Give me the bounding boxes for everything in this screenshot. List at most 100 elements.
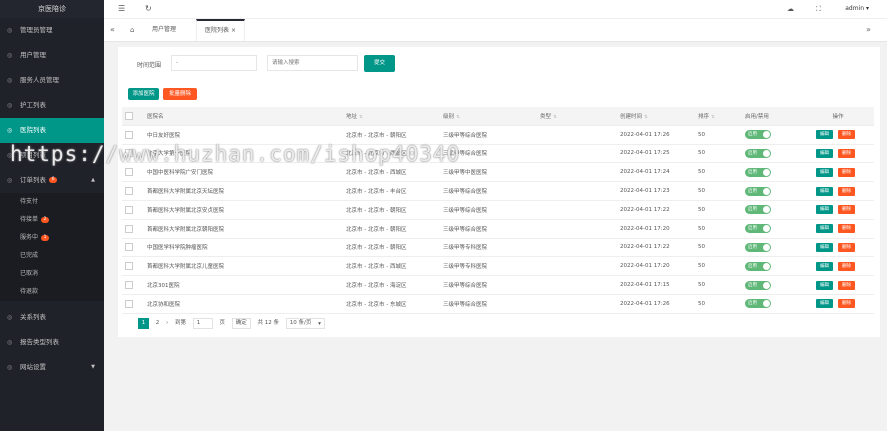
enable-toggle[interactable]: 启用 — [745, 205, 771, 215]
delete-button[interactable]: 删除 — [838, 148, 855, 158]
level-cell: 三级甲等综合医院 — [440, 294, 537, 314]
column-header[interactable]: 创建时间 ⇅ — [617, 107, 695, 126]
sidebar-subitem-cancelled[interactable]: 已取消 — [0, 265, 104, 283]
edit-button[interactable]: 编辑 — [816, 186, 833, 196]
time-range-input[interactable] — [171, 55, 257, 71]
sidebar-subitem-completed[interactable]: 已完成 — [0, 247, 104, 265]
sidebar-subitem-pending-refund[interactable]: 待退款 — [0, 283, 104, 301]
column-header[interactable]: 地址 ⇅ — [343, 107, 440, 126]
delete-button[interactable]: 删除 — [838, 261, 855, 271]
select-all-checkbox[interactable] — [122, 107, 144, 126]
app-logo: 京医陪诊 — [0, 0, 104, 18]
edit-button[interactable]: 编辑 — [816, 205, 833, 215]
close-icon[interactable]: × — [231, 27, 236, 34]
page-1-button[interactable]: 1 — [138, 318, 149, 329]
sidebar-subitem-pending-payment[interactable]: 待支付 — [0, 193, 104, 211]
delete-button[interactable]: 删除 — [838, 130, 855, 140]
tabs-next-icon[interactable]: » — [866, 19, 871, 41]
row-checkbox[interactable] — [122, 181, 144, 201]
goto-confirm-button[interactable]: 确定 — [231, 318, 251, 329]
search-input[interactable] — [267, 55, 358, 71]
batch-delete-button[interactable]: 批量删除 — [163, 88, 197, 100]
fullscreen-icon[interactable]: ⛶ — [816, 0, 821, 18]
tab-hospitals[interactable]: 医院列表 × — [196, 19, 245, 41]
delete-button[interactable]: 删除 — [838, 205, 855, 215]
enable-toggle[interactable]: 启用 — [745, 167, 771, 177]
column-header[interactable]: 排序 ⇅ — [695, 107, 742, 126]
row-checkbox[interactable] — [122, 200, 144, 220]
enable-toggle[interactable]: 启用 — [745, 242, 771, 252]
theme-icon[interactable]: ☁ — [787, 0, 794, 18]
per-page-select[interactable]: 10 条/页 ▾ — [285, 318, 325, 329]
created-time-cell: 2022-04-01 17:25 — [617, 144, 695, 164]
enable-toggle[interactable]: 启用 — [745, 130, 771, 140]
status-cell: 启用 — [742, 125, 799, 145]
next-page-icon[interactable]: › — [166, 318, 168, 329]
sidebar-item-caregivers[interactable]: ◎ 护工列表 — [0, 93, 104, 118]
top-bar: ☰ ↻ ☁ ⛶ admin ▾ — [104, 0, 887, 19]
sidebar-item-site-settings[interactable]: ◎ 网站设置 ▼ — [0, 355, 104, 380]
sidebar-item-relations[interactable]: ◎ 关系列表 — [0, 305, 104, 330]
user-menu[interactable]: admin ▾ — [845, 0, 869, 18]
sidebar-item-admin[interactable]: ◎ 管理员管理 — [0, 18, 104, 43]
sidebar-item-hospitals[interactable]: ◎ 医院列表 — [0, 118, 104, 143]
enable-toggle[interactable]: 启用 — [745, 148, 771, 158]
sidebar-subitem-in-service[interactable]: 服务中 1 — [0, 229, 104, 247]
column-header[interactable]: 类型 ⇅ — [537, 107, 617, 126]
enable-toggle[interactable]: 启用 — [745, 224, 771, 234]
home-icon[interactable]: ⌂ — [130, 19, 134, 41]
edit-button[interactable]: 编辑 — [816, 261, 833, 271]
in-service-badge: 1 — [41, 234, 50, 241]
edit-button[interactable]: 编辑 — [816, 280, 833, 290]
delete-button[interactable]: 删除 — [838, 299, 855, 309]
created-time-cell: 2022-04-01 17:26 — [617, 125, 695, 145]
delete-button[interactable]: 删除 — [838, 280, 855, 290]
goto-label: 到第 — [174, 320, 186, 326]
settings-icon: ◎ — [7, 364, 13, 371]
enable-toggle[interactable]: 启用 — [745, 299, 771, 309]
row-checkbox[interactable] — [122, 238, 144, 258]
row-checkbox[interactable] — [122, 275, 144, 295]
menu-toggle-icon[interactable]: ☰ — [118, 0, 125, 18]
goto-page-input[interactable]: 1 — [192, 318, 213, 329]
row-checkbox[interactable] — [122, 256, 144, 277]
edit-button[interactable]: 编辑 — [816, 130, 833, 140]
report-icon: ◎ — [7, 339, 13, 346]
column-header[interactable]: 医院名 — [144, 107, 343, 126]
delete-button[interactable]: 删除 — [838, 186, 855, 196]
edit-button[interactable]: 编辑 — [816, 148, 833, 158]
total-count: 共 12 条 — [257, 320, 280, 326]
type-cell — [537, 238, 617, 258]
column-header[interactable]: 级别 ⇅ — [440, 107, 537, 126]
tab-users[interactable]: 用户管理 — [144, 19, 184, 41]
hospital-table: 医院名 地址 ⇅ 级别 ⇅ 类型 ⇅ 创建时间 ⇅ 排序 ⇅ 启用/禁用 操作 中日友好医… — [122, 107, 874, 314]
edit-button[interactable]: 编辑 — [816, 167, 833, 177]
delete-button[interactable]: 删除 — [838, 242, 855, 252]
page-2-button[interactable]: 2 — [156, 318, 160, 329]
sidebar-subitem-pending-accept[interactable]: 待接单 2 — [0, 211, 104, 229]
sidebar-item-users[interactable]: ◎ 用户管理 — [0, 43, 104, 68]
status-cell: 启用 — [742, 162, 799, 183]
delete-button[interactable]: 删除 — [838, 224, 855, 234]
sidebar-item-label: 关系列表 — [20, 313, 46, 321]
type-cell — [537, 200, 617, 220]
submit-button[interactable]: 提交 — [364, 55, 395, 72]
enable-toggle[interactable]: 启用 — [745, 186, 771, 196]
sidebar-item-orders[interactable]: ◎ 订单列表 6 ▲ — [0, 168, 104, 193]
table-row: 北京301医院 北京市 - 北京市 - 海淀区 三级甲等综合医院 2022-04-01… — [122, 275, 874, 295]
add-hospital-button[interactable]: 添加医院 — [128, 88, 159, 100]
edit-button[interactable]: 编辑 — [816, 242, 833, 252]
delete-button[interactable]: 删除 — [838, 167, 855, 177]
edit-button[interactable]: 编辑 — [816, 299, 833, 309]
enable-toggle[interactable]: 启用 — [745, 261, 771, 271]
sidebar-item-staff[interactable]: ◎ 服务人员管理 — [0, 68, 104, 93]
tabs-prev-icon[interactable]: « — [110, 19, 115, 41]
column-header: 启用/禁用 — [742, 107, 799, 126]
row-checkbox[interactable] — [122, 219, 144, 239]
sidebar-item-report-types[interactable]: ◎ 报告类型列表 — [0, 330, 104, 355]
refresh-icon[interactable]: ↻ — [145, 0, 152, 18]
enable-toggle[interactable]: 启用 — [745, 280, 771, 290]
row-checkbox[interactable] — [122, 294, 144, 314]
edit-button[interactable]: 编辑 — [816, 224, 833, 234]
table-row: 首都医科大学附属北京朝阳医院 北京市 - 北京市 - 朝阳区 三级甲等综合医院 202… — [122, 219, 874, 239]
